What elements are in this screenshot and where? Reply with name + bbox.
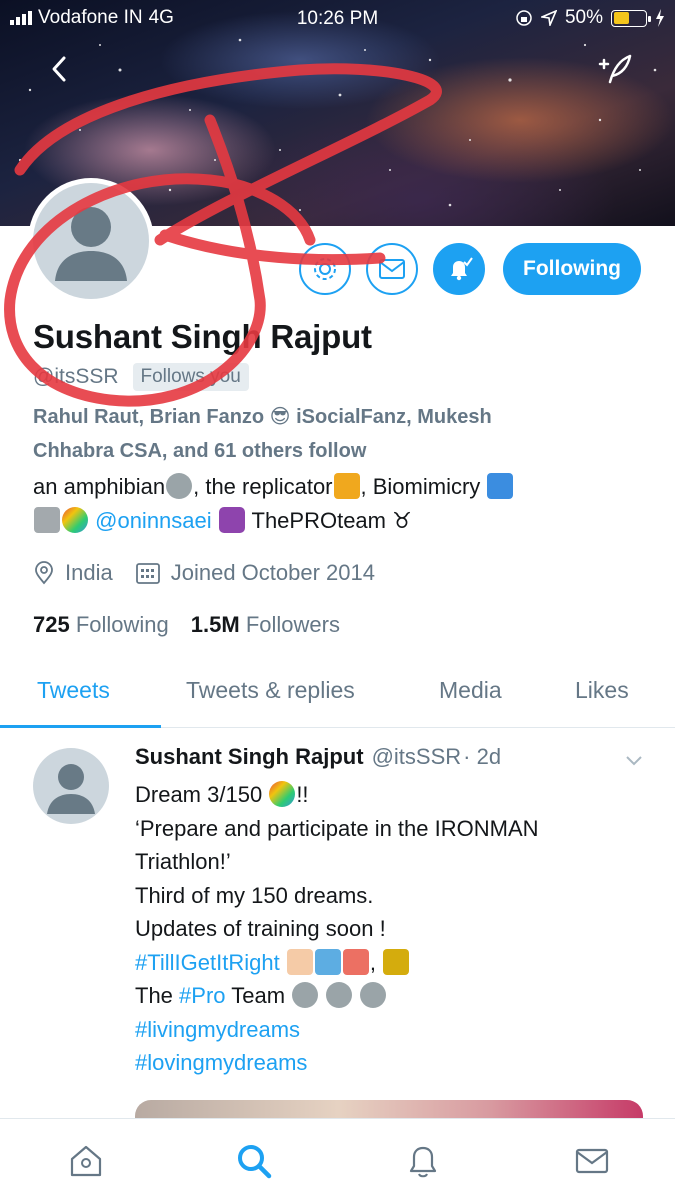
settings-gear-button[interactable]	[299, 243, 351, 295]
followed-by-line: Chhabra CSA, and 61 others follow	[33, 440, 367, 462]
hashtag-link[interactable]: #lovingmydreams	[135, 1046, 655, 1080]
profile-avatar[interactable]	[28, 178, 154, 304]
handle-row: @itsSSR Follows you	[33, 363, 249, 391]
hashtag-link[interactable]: #TillIGetItRight	[135, 950, 280, 975]
tweet-author-handle: @itsSSR	[371, 744, 462, 769]
tweet-line: !!	[296, 782, 309, 807]
followed-by[interactable]: Rahul Raut, Brian Fanzo 😎 iSocialFanz, M…	[33, 400, 633, 468]
tweet-line: Triathlon!’	[135, 849, 231, 874]
bio-mention-link[interactable]: @oninnsaei	[95, 508, 212, 533]
swimmer-emoji-icon	[286, 948, 313, 975]
alien-emoji-icon	[292, 982, 319, 1008]
tweet-header: Sushant Singh Rajput @itsSSR · 2d	[135, 744, 501, 770]
alien-emoji-icon	[326, 982, 353, 1008]
tweet-timestamp: · 2d	[463, 744, 502, 769]
tweet-author-name[interactable]: Sushant Singh Rajput	[135, 744, 364, 770]
mail-icon[interactable]	[572, 1141, 612, 1181]
battery-icon	[611, 9, 651, 27]
tweet-line: Third of my 150 dreams.	[135, 882, 374, 908]
tweet-avatar[interactable]	[33, 748, 109, 824]
back-button[interactable]	[44, 52, 78, 86]
bell-check-icon	[451, 257, 473, 281]
rainbow-emoji-icon	[269, 781, 296, 807]
tweet-line: Dream 3/150	[135, 782, 263, 807]
direct-message-button[interactable]	[366, 243, 418, 295]
tweet-text-fragment: Team	[225, 983, 286, 1008]
followers-count: 1.5M	[190, 612, 240, 637]
profile-stats: 725 Following 1.5M Followers	[33, 612, 340, 638]
profile-bio: an amphibian , the replicator , Biomimicry…	[33, 470, 653, 538]
runner-emoji-icon	[342, 948, 369, 975]
trident-emoji-icon	[333, 473, 360, 499]
profile-tabs: Tweets Tweets & replies Media Likes	[0, 662, 675, 728]
default-avatar-icon	[55, 207, 127, 281]
tweet-line: ‘Prepare and participate in the IRONMAN	[135, 815, 539, 841]
profile-joined: Joined October 2014	[170, 560, 375, 585]
taurus-symbol-icon: ♉	[386, 508, 412, 533]
default-avatar-icon	[47, 764, 95, 814]
search-icon[interactable]	[234, 1141, 274, 1181]
profile-handle: @itsSSR	[33, 365, 119, 388]
clock: 10:26 PM	[296, 8, 379, 29]
rainbow-emoji-icon	[62, 507, 88, 533]
status-bar: Vodafone IN 4G 10:26 PM 50%	[0, 0, 675, 36]
bio-text: , Biomimicry	[360, 474, 481, 499]
hashtag-link[interactable]: #Pro	[179, 983, 225, 1008]
om-emoji-icon	[218, 507, 245, 533]
gear-icon	[314, 258, 336, 280]
bio-text: an amphibian	[33, 474, 166, 499]
tab-media[interactable]: Media	[439, 677, 502, 704]
tweet-text-fragment: The	[135, 983, 180, 1008]
calendar-icon	[135, 563, 160, 584]
tab-tweets[interactable]: Tweets	[37, 677, 110, 704]
home-icon[interactable]	[66, 1141, 106, 1181]
bell-icon[interactable]	[403, 1141, 443, 1181]
chevron-down-icon[interactable]	[622, 750, 646, 770]
bio-text: ThePROteam	[251, 508, 387, 533]
tab-tweets-replies[interactable]: Tweets & replies	[186, 677, 355, 704]
mail-icon	[379, 259, 405, 279]
followers-stat[interactable]: 1.5M Followers	[191, 612, 340, 638]
tab-likes[interactable]: Likes	[575, 677, 629, 704]
cyclist-emoji-icon	[314, 948, 341, 975]
location-pin-icon	[35, 561, 53, 585]
following-button[interactable]: Following	[503, 243, 641, 295]
hashtag-link[interactable]: #livingmydreams	[135, 1013, 655, 1047]
profile-meta: India Joined October 2014	[33, 560, 375, 586]
tweet-line: Updates of training soon !	[135, 916, 386, 941]
profile-location: India	[65, 560, 113, 585]
followers-label: Followers	[245, 612, 340, 637]
tweet-text: Dream 3/150 !! ‘Prepare and participate …	[135, 778, 655, 1080]
trophy-emoji-icon	[383, 948, 410, 975]
bio-text: , the replicator	[193, 474, 333, 499]
butterfly-emoji-icon	[487, 473, 514, 499]
following-label: Following	[75, 612, 169, 637]
active-tab-indicator	[0, 725, 161, 728]
alien-emoji-icon	[166, 473, 193, 499]
following-stat[interactable]: 725 Following	[33, 612, 169, 638]
followed-by-line: Rahul Raut, Brian Fanzo 😎 iSocialFanz, M…	[33, 406, 492, 428]
profile-name: Sushant Singh Rajput	[33, 318, 372, 355]
following-count: 725	[33, 612, 70, 637]
follows-you-badge: Follows you	[132, 363, 249, 391]
compose-tweet-button[interactable]	[596, 52, 636, 88]
bottom-nav	[0, 1118, 675, 1200]
tornado-emoji-icon	[34, 507, 60, 533]
alien-emoji-icon	[360, 982, 387, 1008]
notifications-bell-button[interactable]	[433, 243, 485, 295]
